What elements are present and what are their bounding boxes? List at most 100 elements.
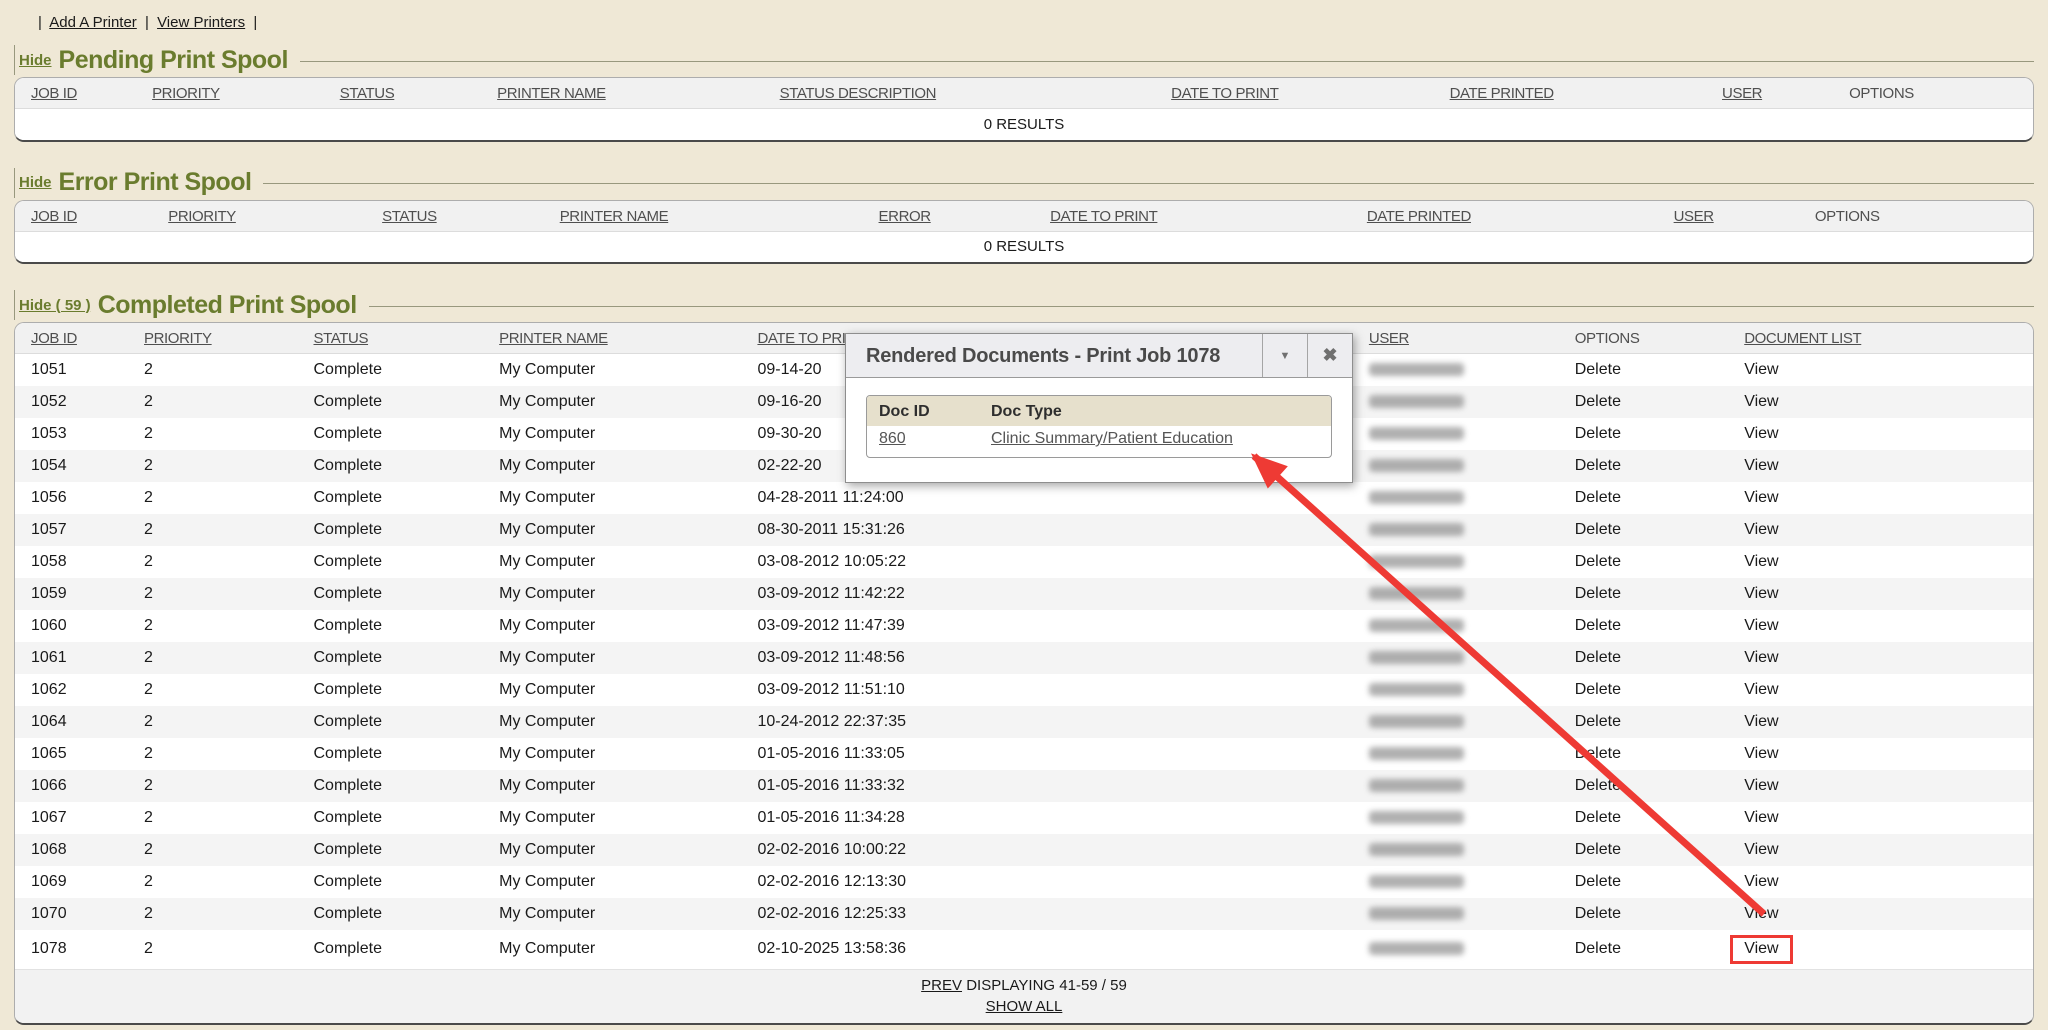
column-header-printer-name[interactable]: PRINTER NAME — [499, 330, 608, 347]
delete-link[interactable]: Delete — [1575, 585, 1621, 602]
top-nav: | Add A Printer | View Printers | — [34, 14, 2034, 31]
delete-link[interactable]: Delete — [1575, 873, 1621, 890]
view-link[interactable]: View — [1744, 649, 1778, 666]
column-header-date-printed[interactable]: DATE PRINTED — [1367, 208, 1471, 225]
cell-printer-name: My Computer — [483, 802, 741, 834]
view-link[interactable]: View — [1744, 617, 1778, 634]
column-header-date-to-print[interactable]: DATE TO PRINT — [1171, 85, 1278, 102]
column-header-status[interactable]: STATUS — [382, 208, 437, 225]
column-header-status-description[interactable]: STATUS DESCRIPTION — [780, 85, 936, 102]
show-all-link[interactable]: SHOW ALL — [986, 998, 1063, 1015]
cell-job-id: 1064 — [15, 706, 128, 738]
column-header-priority[interactable]: PRIORITY — [144, 330, 212, 347]
column-header-priority[interactable]: PRIORITY — [152, 85, 220, 102]
column-header-job-id[interactable]: JOB ID — [31, 330, 77, 347]
column-header-user[interactable]: USER — [1369, 330, 1409, 347]
delete-link[interactable]: Delete — [1575, 489, 1621, 506]
cell-printer-name: My Computer — [483, 770, 741, 802]
cell-job-id: 1062 — [15, 674, 128, 706]
delete-link[interactable]: Delete — [1575, 361, 1621, 378]
column-header-cell-status: STATUS — [324, 78, 481, 109]
cell-priority: 2 — [128, 930, 298, 970]
delete-link[interactable]: Delete — [1575, 393, 1621, 410]
view-printers-link[interactable]: View Printers — [157, 14, 245, 31]
delete-link[interactable]: Delete — [1575, 553, 1621, 570]
view-link[interactable]: View — [1744, 553, 1778, 570]
add-printer-link[interactable]: Add A Printer — [49, 14, 137, 31]
column-header-printer-name[interactable]: PRINTER NAME — [497, 85, 606, 102]
column-header-status[interactable]: STATUS — [340, 85, 395, 102]
cell-status: Complete — [298, 770, 484, 802]
delete-link[interactable]: Delete — [1575, 777, 1621, 794]
dialog-collapse-button[interactable]: ▼ — [1262, 334, 1307, 377]
view-link[interactable]: View — [1744, 361, 1778, 378]
view-link[interactable]: View — [1744, 905, 1778, 922]
delete-link[interactable]: Delete — [1575, 425, 1621, 442]
column-header-user[interactable]: USER — [1674, 208, 1714, 225]
delete-link[interactable]: Delete — [1575, 940, 1621, 957]
delete-link[interactable]: Delete — [1575, 681, 1621, 698]
delete-link[interactable]: Delete — [1575, 649, 1621, 666]
column-header-document-list[interactable]: DOCUMENT LIST — [1744, 330, 1861, 347]
cell-user — [1353, 930, 1559, 970]
print-job-row-1067: 10672CompleteMy Computer01-05-2016 11:34… — [15, 802, 2033, 834]
column-header-status[interactable]: STATUS — [314, 330, 369, 347]
doc-id-link[interactable]: 860 — [879, 430, 906, 447]
column-header-priority[interactable]: PRIORITY — [168, 208, 236, 225]
error-hide-link[interactable]: Hide — [19, 174, 52, 191]
cell-date-to-print: 02-02-2016 12:13:30 — [741, 866, 1102, 898]
view-link[interactable]: View — [1744, 585, 1778, 602]
pending-table: JOB ID PRIORITY STATUS PRINTER NAME STATUS D… — [15, 78, 2033, 140]
cell-document-list: View — [1728, 802, 2033, 834]
view-link[interactable]: View — [1744, 681, 1778, 698]
completed-hide-link[interactable]: Hide ( 59 ) — [19, 297, 91, 314]
column-header-error[interactable]: ERROR — [879, 208, 931, 225]
cell-priority: 2 — [128, 738, 298, 770]
cell-options: Delete — [1559, 706, 1729, 738]
view-link[interactable]: View — [1744, 425, 1778, 442]
cell-priority: 2 — [128, 578, 298, 610]
cell-options: Delete — [1559, 610, 1729, 642]
dialog-close-button[interactable]: ✖ — [1307, 334, 1352, 377]
delete-link[interactable]: Delete — [1575, 905, 1621, 922]
delete-link[interactable]: Delete — [1575, 713, 1621, 730]
view-link-highlighted[interactable]: View — [1730, 935, 1792, 964]
view-link[interactable]: View — [1744, 841, 1778, 858]
view-link[interactable]: View — [1744, 713, 1778, 730]
cell-date-to-print: 02-02-2016 10:00:22 — [741, 834, 1102, 866]
column-header-cell-printer-name: PRINTER NAME — [483, 323, 741, 354]
view-link[interactable]: View — [1744, 457, 1778, 474]
user-redacted — [1369, 395, 1464, 408]
delete-link[interactable]: Delete — [1575, 521, 1621, 538]
section-rule — [300, 61, 2034, 62]
column-header-date-to-print[interactable]: DATE TO PRINT — [1050, 208, 1157, 225]
column-header-user[interactable]: USER — [1722, 85, 1762, 102]
doc-type-link[interactable]: Clinic Summary/Patient Education — [991, 430, 1233, 447]
rendered-documents-dialog: Rendered Documents - Print Job 1078 ▼ ✖ … — [845, 333, 1353, 483]
delete-link[interactable]: Delete — [1575, 809, 1621, 826]
view-link[interactable]: View — [1744, 809, 1778, 826]
cell-document-list: View — [1728, 706, 2033, 738]
delete-link[interactable]: Delete — [1575, 457, 1621, 474]
column-header-date-printed[interactable]: DATE PRINTED — [1450, 85, 1554, 102]
column-header-job-id[interactable]: JOB ID — [31, 85, 77, 102]
view-link[interactable]: View — [1744, 777, 1778, 794]
completed-section-header: Hide ( 59 ) Completed Print Spool — [14, 290, 2034, 320]
cell-user — [1353, 642, 1559, 674]
delete-link[interactable]: Delete — [1575, 745, 1621, 762]
delete-link[interactable]: Delete — [1575, 617, 1621, 634]
column-header-job-id[interactable]: JOB ID — [31, 208, 77, 225]
view-link[interactable]: View — [1744, 393, 1778, 410]
delete-link[interactable]: Delete — [1575, 841, 1621, 858]
view-link[interactable]: View — [1744, 489, 1778, 506]
view-link[interactable]: View — [1744, 745, 1778, 762]
column-header-printer-name[interactable]: PRINTER NAME — [560, 208, 669, 225]
cell-priority: 2 — [128, 418, 298, 450]
prev-page-link[interactable]: PREV — [921, 977, 962, 994]
cell-user — [1353, 674, 1559, 706]
cell-job-id: 1061 — [15, 642, 128, 674]
column-header-cell-printer-name: PRINTER NAME — [481, 78, 764, 109]
pending-hide-link[interactable]: Hide — [19, 52, 52, 69]
view-link[interactable]: View — [1744, 873, 1778, 890]
view-link[interactable]: View — [1744, 521, 1778, 538]
